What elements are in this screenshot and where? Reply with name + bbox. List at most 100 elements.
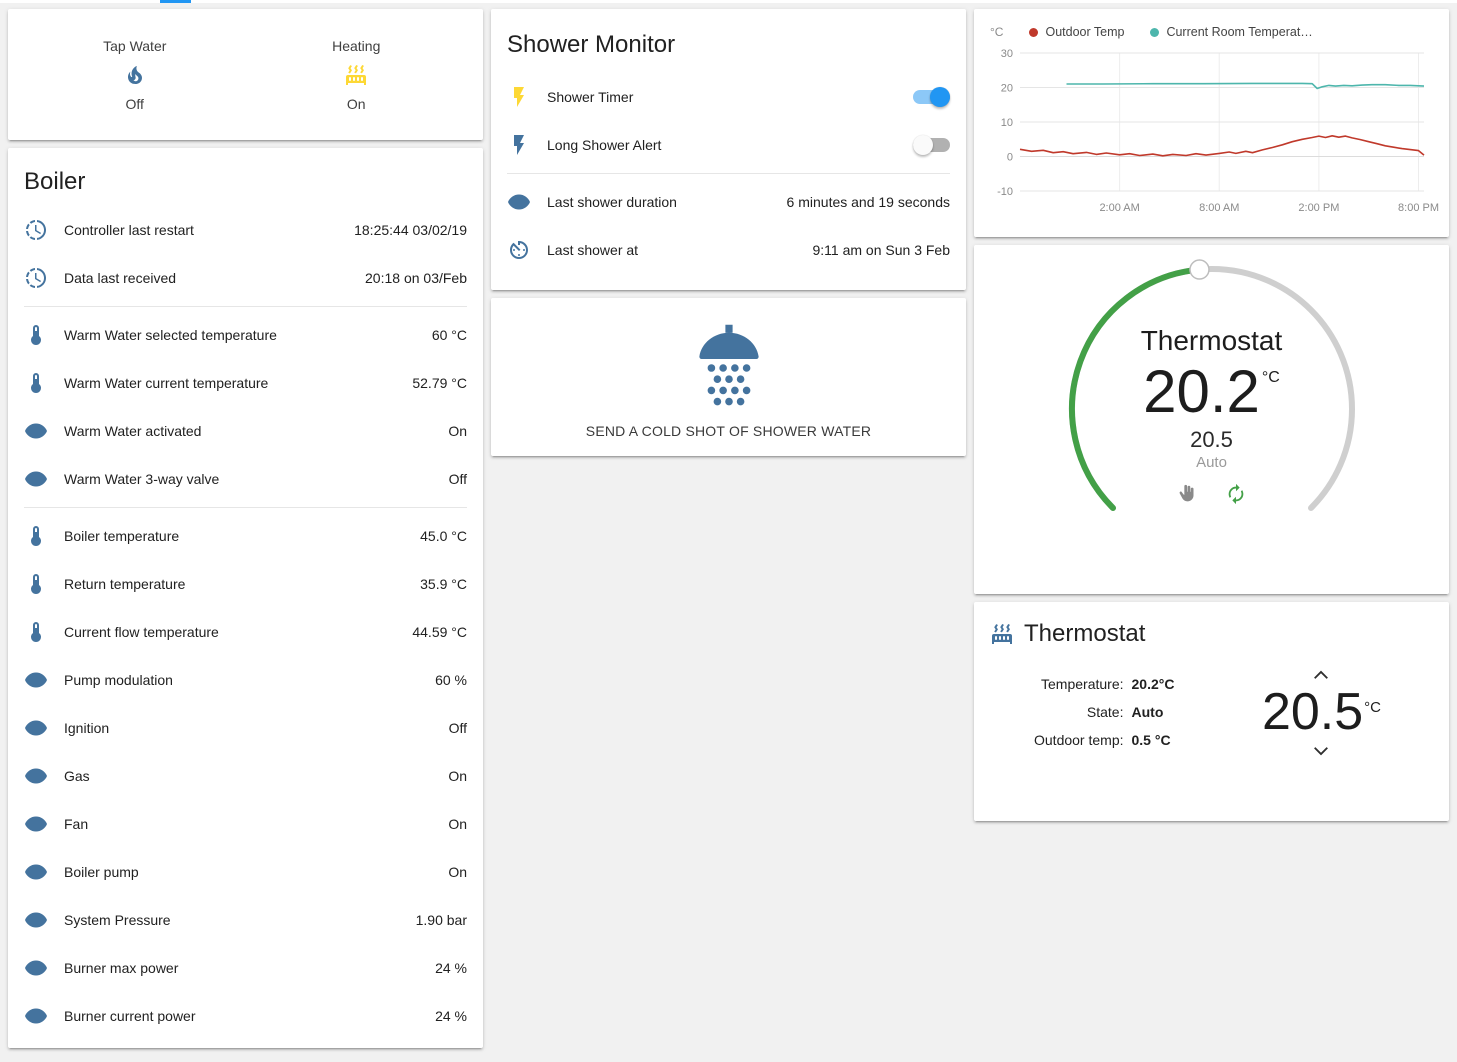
entity-row[interactable]: Pump modulation60 % [24, 656, 467, 704]
gauge-title: Thermostat [1141, 325, 1283, 357]
autorenew-button[interactable] [1225, 483, 1247, 505]
entity-label: Ignition [64, 720, 441, 736]
entity-row[interactable]: Warm Water current temperature 52.79 °C [24, 359, 467, 407]
entity-value: On [448, 423, 467, 439]
legend-dot [1029, 28, 1038, 37]
svg-text:0: 0 [1007, 152, 1013, 164]
legend-dot [1150, 28, 1159, 37]
glance-state: On [347, 96, 366, 112]
hand-button[interactable] [1177, 483, 1199, 505]
entity-label: Warm Water activated [64, 423, 440, 439]
app-header-edge [0, 0, 1457, 3]
temp-decrease-button[interactable] [1308, 738, 1334, 762]
legend-label: Current Room Temperat… [1166, 25, 1312, 39]
eye-icon [24, 467, 48, 491]
svg-text:-10: -10 [997, 186, 1013, 198]
entity-row[interactable]: Warm Water activated On [24, 407, 467, 455]
card-title: Boiler [24, 168, 467, 196]
glance-item-heating[interactable]: HeatingOn [246, 38, 468, 112]
entity-label: Burner current power [64, 1008, 427, 1024]
entity-label: Warm Water current temperature [64, 375, 404, 391]
svg-text:30: 30 [1001, 48, 1013, 60]
entity-row[interactable]: Gas On [24, 752, 467, 800]
target-temperature: 20.5 [1190, 427, 1233, 453]
cold-shot-card[interactable]: SEND A COLD SHOT OF SHOWER WATER [491, 298, 966, 456]
toggle-switch[interactable] [913, 135, 950, 155]
entity-row[interactable]: IgnitionOff [24, 704, 467, 752]
unit-label: °C [1262, 369, 1280, 386]
entity-value: 6 minutes and 19 seconds [787, 194, 950, 210]
entity-label: Return temperature [64, 576, 412, 592]
thermometer-icon [24, 371, 48, 395]
thermostat-gauge-card: Thermostat 20.2°C 20.5 Auto [974, 245, 1449, 594]
entity-row[interactable]: Warm Water 3-way valve Off [24, 455, 467, 503]
eye-icon [24, 668, 48, 692]
entity-label: Burner max power [64, 960, 427, 976]
entity-label: Warm Water 3-way valve [64, 471, 441, 487]
entity-label: Current flow temperature [64, 624, 404, 640]
attribute-list: Temperature:20.2°CState:AutoOutdoor temp… [1034, 676, 1174, 748]
entity-row[interactable]: Last shower duration 6 minutes and 19 sec… [507, 178, 950, 226]
thermostat-card: Thermostat Temperature:20.2°CState:AutoO… [974, 602, 1449, 821]
entity-label: Boiler pump [64, 864, 440, 880]
toggle-row: Shower Timer [507, 73, 950, 121]
entity-row[interactable]: FanOn [24, 800, 467, 848]
entity-value: 60 °C [432, 327, 467, 343]
cold-shot-button-label: SEND A COLD SHOT OF SHOWER WATER [586, 423, 871, 439]
thermometer-icon [24, 572, 48, 596]
entity-row[interactable]: Warm Water selected temperature60 °C [24, 311, 467, 359]
entity-value: 60 % [435, 672, 467, 688]
entity-row[interactable]: Burner current power 24 % [24, 992, 467, 1040]
entity-row[interactable]: Return temperature35.9 °C [24, 560, 467, 608]
svg-text:8:00 PM: 8:00 PM [1398, 202, 1439, 214]
attribute-label: Temperature: [1034, 676, 1124, 692]
entity-value: On [448, 816, 467, 832]
timer-icon [507, 238, 531, 262]
entity-label: Last shower duration [547, 194, 779, 210]
chart-legend: °COutdoor TempCurrent Room Temperat… [990, 21, 1435, 43]
history-chart: 2:00 AM8:00 AM2:00 PM8:00 PM3020100-10 [990, 45, 1435, 219]
entity-row[interactable]: System Pressure 1.90 bar [24, 896, 467, 944]
glance-item-tap-water[interactable]: Tap WaterOff [24, 38, 246, 112]
flash-icon [507, 85, 531, 109]
entity-row[interactable]: Boiler temperature45.0 °C [24, 512, 467, 560]
thermometer-icon [24, 620, 48, 644]
attribute-label: Outdoor temp: [1034, 732, 1124, 748]
entity-label: Gas [64, 768, 440, 784]
svg-text:2:00 PM: 2:00 PM [1298, 202, 1339, 214]
entity-value: 1.90 bar [416, 912, 467, 928]
dashboard: Tap WaterOffHeatingOn Boiler Controller … [0, 3, 1457, 1056]
legend-item[interactable]: Outdoor Temp [1029, 25, 1124, 39]
entity-row[interactable]: Boiler pump On [24, 848, 467, 896]
entity-value: 24 % [435, 960, 467, 976]
glance-card: Tap WaterOffHeatingOn [8, 9, 483, 140]
svg-text:10: 10 [1001, 117, 1013, 129]
entity-row[interactable]: Data last received20:18 on 03/Feb [24, 254, 467, 302]
boiler-card: Boiler Controller last restart18:25:44 0… [8, 148, 483, 1048]
entity-row[interactable]: Last shower at9:11 am on Sun 3 Feb [507, 226, 950, 274]
clock-icon [24, 266, 48, 290]
shower-head-icon [681, 316, 777, 417]
toggle-row: Long Shower Alert [507, 121, 950, 169]
entity-value: On [448, 864, 467, 880]
toggle-thumb [913, 135, 933, 155]
card-title: Shower Monitor [507, 31, 950, 59]
entity-value: 44.59 °C [412, 624, 467, 640]
entity-value: 52.79 °C [412, 375, 467, 391]
entity-value: On [448, 768, 467, 784]
entity-label: Controller last restart [64, 222, 346, 238]
entity-label: Long Shower Alert [547, 137, 905, 153]
divider [24, 507, 467, 508]
entity-value: 24 % [435, 1008, 467, 1024]
entity-value: Off [449, 471, 467, 487]
entity-row[interactable]: Burner max power 24 % [24, 944, 467, 992]
history-chart-card: °COutdoor TempCurrent Room Temperat… 2:0… [974, 9, 1449, 237]
eye-icon [24, 716, 48, 740]
radiator-icon [344, 63, 368, 87]
legend-item[interactable]: Current Room Temperat… [1150, 25, 1312, 39]
eye-icon [24, 908, 48, 932]
entity-label: System Pressure [64, 912, 408, 928]
entity-row[interactable]: Current flow temperature 44.59 °C [24, 608, 467, 656]
entity-row[interactable]: Controller last restart18:25:44 03/02/19 [24, 206, 467, 254]
toggle-switch[interactable] [913, 87, 950, 107]
